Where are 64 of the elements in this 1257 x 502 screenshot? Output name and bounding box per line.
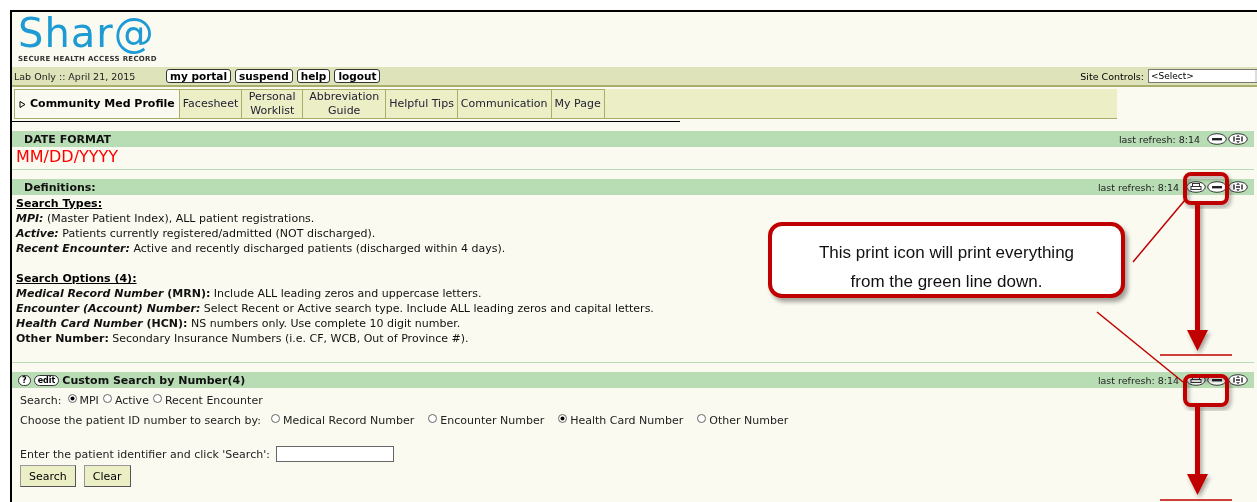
tab[interactable]: Abbreviation Guide bbox=[303, 89, 387, 119]
site-controls-dropdown[interactable]: <Select> bbox=[1148, 69, 1257, 83]
minimize-icon[interactable] bbox=[1207, 181, 1227, 193]
tab[interactable]: Personal Worklist bbox=[242, 89, 304, 119]
refresh-time: last refresh: 8:14 bbox=[1097, 374, 1179, 386]
section-heading: Search Options (4): bbox=[16, 271, 137, 286]
toolbar-button[interactable]: my portal bbox=[166, 69, 232, 83]
field-label: Choose the patient ID number to search by: bbox=[20, 413, 261, 427]
maximize-icon[interactable] bbox=[1228, 181, 1248, 193]
refresh-time: last refresh: 8:14 bbox=[1118, 133, 1200, 145]
leader-line bbox=[1132, 199, 1186, 263]
radio-button[interactable] bbox=[697, 413, 707, 423]
definition-text: Recent Encounter: Active and recently discharged patients (discharged within 4 days). bbox=[16, 241, 506, 256]
radio-label[interactable]: Health Card Number bbox=[570, 413, 684, 427]
panel-title: Custom Search by Number(4) bbox=[62, 373, 247, 387]
definition-text: Health Card Number (HCN): NS numbers only. Use complete 10 digit number. bbox=[16, 316, 461, 331]
radio-button[interactable] bbox=[428, 413, 438, 423]
date-format-value: MM/DD/YYYY bbox=[16, 147, 120, 167]
identifier-field[interactable] bbox=[275, 446, 394, 462]
radio-label[interactable]: Active bbox=[114, 393, 149, 407]
radio-label[interactable]: Recent Encounter bbox=[164, 393, 263, 407]
radio-button[interactable] bbox=[152, 393, 162, 403]
toolbar-button[interactable]: suspend bbox=[235, 69, 293, 83]
toolbar-button[interactable]: help bbox=[296, 69, 331, 83]
field-label: Search: bbox=[20, 393, 62, 407]
action-button[interactable]: Search bbox=[20, 465, 76, 487]
tab[interactable]: Facesheet bbox=[179, 89, 243, 119]
highlight-box bbox=[1183, 374, 1229, 407]
radio-button[interactable] bbox=[558, 413, 568, 423]
radio-button[interactable] bbox=[67, 393, 77, 403]
field-label: Enter the patient identifier and click 'Search': bbox=[20, 447, 270, 461]
radio-label[interactable]: Encounter Number bbox=[440, 413, 545, 427]
radio-label[interactable]: Medical Record Number bbox=[282, 413, 415, 427]
radio-label[interactable]: Other Number bbox=[709, 413, 789, 427]
definition-text: Medical Record Number (MRN): Include ALL leading zeros and uppercase letters. bbox=[16, 286, 482, 301]
toolbar-button[interactable]: logout bbox=[334, 69, 381, 83]
refresh-time: last refresh: 8:14 bbox=[1097, 181, 1179, 193]
header-button[interactable]: ? bbox=[18, 374, 31, 386]
definition-text: MPI: (Master Patient Index), ALL patient registrations. bbox=[16, 211, 315, 226]
tab[interactable]: Community Med Profile bbox=[14, 89, 180, 119]
print-icon[interactable] bbox=[1186, 181, 1206, 193]
maximize-icon[interactable] bbox=[1228, 374, 1248, 386]
tab[interactable]: Helpful Tips bbox=[386, 89, 458, 119]
radio-button[interactable] bbox=[102, 393, 112, 403]
panel-title: Definitions: bbox=[24, 180, 97, 194]
maximize-icon[interactable] bbox=[1228, 133, 1248, 145]
radio-label[interactable]: MPI bbox=[79, 393, 99, 407]
header-button[interactable]: edit bbox=[33, 374, 60, 386]
definition-text: Active: Patients currently registered/admitted (NOT discharged). bbox=[16, 226, 376, 241]
section-heading: Search Types: bbox=[16, 196, 103, 211]
radio-button[interactable] bbox=[270, 413, 280, 423]
context-label: Lab Only :: April 21, 2015 bbox=[14, 70, 137, 82]
logo: Shar@ bbox=[18, 12, 155, 54]
triangle-icon[interactable] bbox=[19, 100, 26, 108]
minimize-icon[interactable] bbox=[1207, 133, 1227, 145]
panel-title: DATE FORMAT bbox=[24, 132, 113, 146]
highlight-box bbox=[1183, 172, 1229, 205]
callout-text: This print icon will print everything from the green line down. bbox=[768, 222, 1125, 298]
site-controls-label: Site Controls: bbox=[1080, 70, 1144, 82]
tab[interactable]: My Page bbox=[551, 89, 605, 119]
definition-text: Other Number: Secondary Insurance Numbers (i.e. CF, WCB, Out of Province #). bbox=[16, 331, 469, 346]
tab[interactable]: Communication bbox=[457, 89, 552, 119]
action-button[interactable]: Clear bbox=[83, 465, 131, 487]
definition-text: Encounter (Account) Number: Select Recent or Active search type. Include ALL leading zeros and capital letters. bbox=[16, 301, 654, 316]
